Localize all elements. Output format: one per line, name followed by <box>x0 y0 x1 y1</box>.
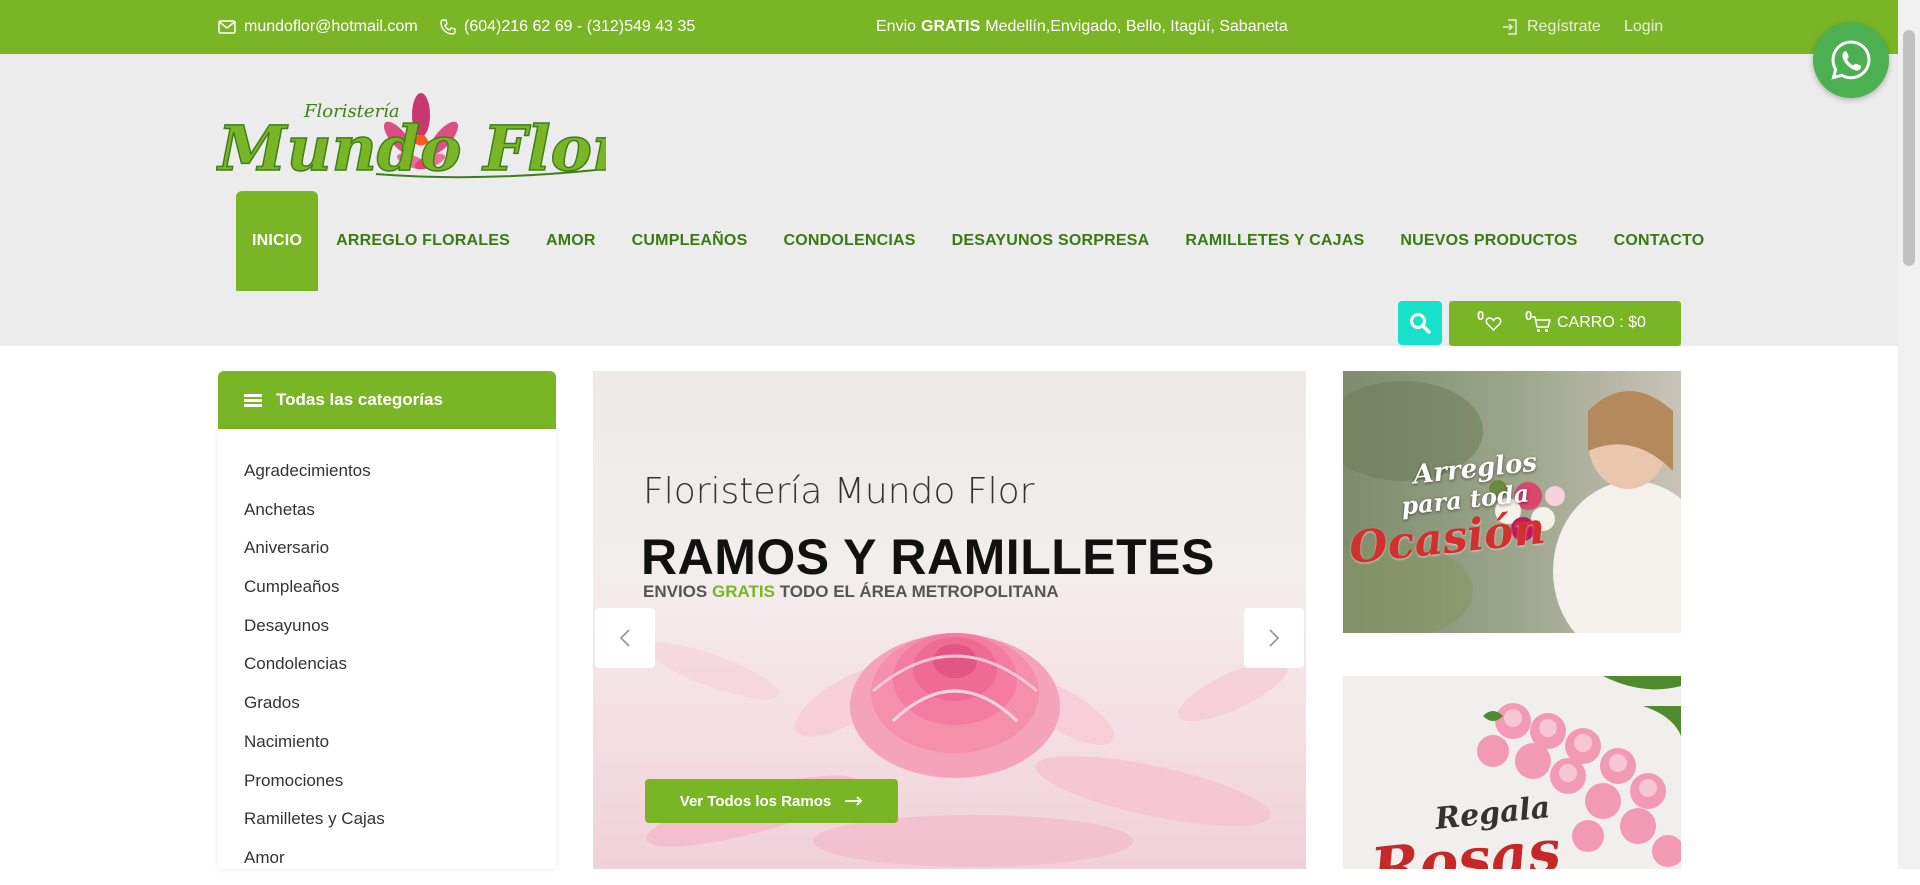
search-button[interactable] <box>1398 301 1442 345</box>
category-aniversario[interactable]: Aniversario <box>244 536 556 575</box>
phone-icon <box>440 19 456 35</box>
login-link[interactable]: Login <box>1624 0 1663 54</box>
slider-next-button[interactable] <box>1244 608 1304 668</box>
mail-icon <box>218 20 236 34</box>
category-cumpleanos[interactable]: Cumpleaños <box>244 575 556 614</box>
nav-contacto[interactable]: CONTACTO <box>1596 191 1723 291</box>
slide-subtitle: Floristería Mundo Flor <box>643 471 1035 512</box>
contact-email[interactable]: mundoflor@hotmail.com <box>218 0 418 54</box>
banner-roses[interactable]: Regala Rosas <box>1343 676 1681 869</box>
search-icon <box>1410 313 1431 334</box>
slide-tagline: ENVIOS GRATIS TODO EL ÁREA METROPOLITANA <box>643 582 1059 602</box>
register-link[interactable]: Regístrate <box>1501 0 1601 54</box>
chevron-right-icon <box>1269 629 1280 647</box>
nav-nuevos-productos[interactable]: NUEVOS PRODUCTOS <box>1382 191 1595 291</box>
nav-ramilletes-y-cajas[interactable]: RAMILLETES Y CAJAS <box>1167 191 1382 291</box>
hero-slider: Floristería Mundo Flor RAMOS Y RAMILLETE… <box>593 371 1306 869</box>
whatsapp-button[interactable] <box>1813 22 1889 98</box>
chevron-left-icon <box>619 629 630 647</box>
tagline-pre: ENVIOS <box>643 582 708 601</box>
shipping-prefix: Envio <box>876 18 917 35</box>
site-logo[interactable]: Floristería Mundo Flor <box>215 82 630 202</box>
view-all-bouquets-button[interactable]: Ver Todos los Ramos <box>645 779 898 823</box>
category-grados[interactable]: Grados <box>244 691 556 730</box>
contact-phone[interactable]: (604)216 62 69 - (312)549 43 35 <box>440 0 695 54</box>
nav-arreglo-florales[interactable]: ARREGLO FLORALES <box>318 191 528 291</box>
slide-title: RAMOS Y RAMILLETES <box>641 529 1215 585</box>
cart-button[interactable]: 0 0 CARRO : $0 <box>1449 301 1681 346</box>
tagline-post: TODO EL ÁREA METROPOLITANA <box>779 582 1059 601</box>
nav-inicio[interactable]: INICIO <box>236 191 319 291</box>
category-agradecimientos[interactable]: Agradecimientos <box>244 459 556 498</box>
category-ramilletes-y-cajas[interactable]: Ramilletes y Cajas <box>244 807 556 846</box>
heart-icon[interactable] <box>1485 316 1502 332</box>
categories-list: Agradecimientos Anchetas Aniversario Cum… <box>218 429 556 869</box>
category-promociones[interactable]: Promociones <box>244 769 556 808</box>
phone-text: (604)216 62 69 - (312)549 43 35 <box>464 18 696 35</box>
category-anchetas[interactable]: Anchetas <box>244 498 556 537</box>
main-nav: INICIO ARREGLO FLORALES AMOR CUMPLEAÑOS … <box>236 191 1722 291</box>
email-text: mundoflor@hotmail.com <box>244 18 418 35</box>
login-label: Login <box>1624 18 1664 35</box>
categories-title: Todas las categorías <box>276 390 443 409</box>
nav-desayunos-sorpresa[interactable]: DESAYUNOS SORPRESA <box>934 191 1168 291</box>
category-desayunos[interactable]: Desayunos <box>244 614 556 653</box>
free-shipping-notice: Envio GRATIS Medellín,Envigado, Bello, I… <box>876 0 1288 54</box>
categories-header[interactable]: Todas las categorías <box>218 371 556 429</box>
arrow-right-icon <box>845 796 863 806</box>
cart-icon <box>1532 316 1551 332</box>
nav-amor[interactable]: AMOR <box>528 191 614 291</box>
sign-in-icon <box>1503 19 1517 35</box>
whatsapp-icon <box>1831 40 1871 80</box>
cart-label: CARRO : $0 <box>1557 314 1646 331</box>
register-label: Regístrate <box>1527 18 1601 35</box>
view-all-label: Ver Todos los Ramos <box>679 792 832 810</box>
nav-condolencias[interactable]: CONDOLENCIAS <box>765 191 933 291</box>
shipping-free: GRATIS <box>921 18 981 35</box>
tagline-highlight: GRATIS <box>711 582 775 601</box>
slider-prev-button[interactable] <box>595 608 655 668</box>
scrollbar-thumb[interactable] <box>1903 30 1915 266</box>
category-condolencias[interactable]: Condolencias <box>244 652 556 691</box>
banner-occasions[interactable]: Arreglos para toda Ocasión <box>1343 371 1681 633</box>
category-nacimiento[interactable]: Nacimiento <box>244 730 556 769</box>
top-bar: mundoflor@hotmail.com (604)216 62 69 - (… <box>0 0 1898 54</box>
shipping-areas: Medellín,Envigado, Bello, Itagüí, Sabane… <box>985 18 1288 35</box>
menu-icon <box>244 393 262 407</box>
wishlist-count: 0 <box>1477 308 1485 323</box>
category-amor[interactable]: Amor <box>244 846 556 885</box>
nav-cumpleanos[interactable]: CUMPLEAÑOS <box>614 191 766 291</box>
